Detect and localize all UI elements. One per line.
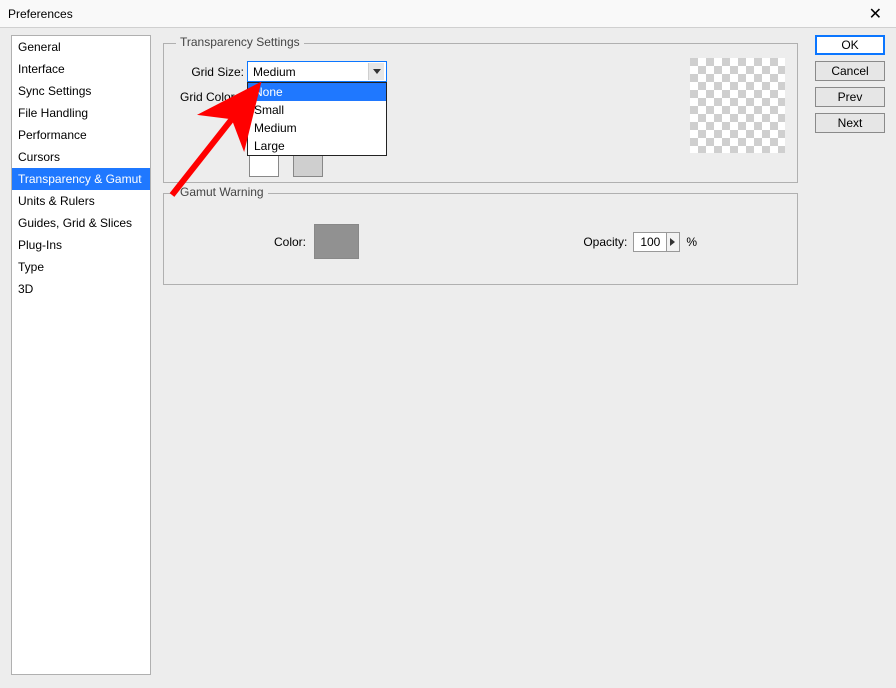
grid-size-dropdown-list: None Small Medium Large xyxy=(247,82,387,156)
option-label: Small xyxy=(254,103,284,117)
ok-button[interactable]: OK xyxy=(815,35,885,55)
transparency-settings-group: Transparency Settings Grid Size: Medium … xyxy=(163,43,798,183)
opacity-flyout-button[interactable] xyxy=(666,232,680,252)
sidebar-item-label: Transparency & Gamut xyxy=(18,172,142,186)
sidebar-item-plug-ins[interactable]: Plug-Ins xyxy=(12,234,150,256)
sidebar-item-label: Units & Rulers xyxy=(18,194,95,208)
sidebar-item-3d[interactable]: 3D xyxy=(12,278,150,300)
sidebar-item-units-rulers[interactable]: Units & Rulers xyxy=(12,190,150,212)
sidebar-item-label: Guides, Grid & Slices xyxy=(18,216,132,230)
close-icon[interactable]: ✕ xyxy=(863,2,888,26)
sidebar-item-label: Performance xyxy=(18,128,87,142)
gamut-legend: Gamut Warning xyxy=(176,185,268,199)
dropdown-option-small[interactable]: Small xyxy=(248,101,386,119)
dialog-buttons: OK Cancel Prev Next xyxy=(815,35,885,139)
sidebar-item-sync-settings[interactable]: Sync Settings xyxy=(12,80,150,102)
button-label: Prev xyxy=(838,90,863,104)
opacity-label: Opacity: xyxy=(583,235,627,249)
sidebar-item-general[interactable]: General xyxy=(12,36,150,58)
dropdown-option-medium[interactable]: Medium xyxy=(248,119,386,137)
opacity-value: 100 xyxy=(640,235,660,249)
sidebar-item-interface[interactable]: Interface xyxy=(12,58,150,80)
prev-button[interactable]: Prev xyxy=(815,87,885,107)
transparency-preview xyxy=(690,58,785,153)
cancel-button[interactable]: Cancel xyxy=(815,61,885,81)
gamut-color-label: Color: xyxy=(164,235,306,249)
option-label: Medium xyxy=(254,121,297,135)
gamut-warning-group: Gamut Warning Color: Opacity: 100 % xyxy=(163,193,798,285)
button-label: OK xyxy=(841,38,858,52)
opacity-unit: % xyxy=(686,235,697,249)
dropdown-option-large[interactable]: Large xyxy=(248,137,386,155)
sidebar-item-guides-grid-slices[interactable]: Guides, Grid & Slices xyxy=(12,212,150,234)
grid-colors-label: Grid Colors: xyxy=(174,90,244,104)
opacity-input[interactable]: 100 xyxy=(633,232,667,252)
grid-size-dropdown[interactable]: Medium xyxy=(247,61,387,82)
sidebar-item-label: File Handling xyxy=(18,106,88,120)
button-label: Cancel xyxy=(831,64,868,78)
sidebar-item-label: Interface xyxy=(18,62,65,76)
sidebar-item-performance[interactable]: Performance xyxy=(12,124,150,146)
sidebar-item-file-handling[interactable]: File Handling xyxy=(12,102,150,124)
option-label: Large xyxy=(254,139,285,153)
sidebar-item-label: Plug-Ins xyxy=(18,238,62,252)
dropdown-option-none[interactable]: None xyxy=(248,83,386,101)
grid-size-value: Medium xyxy=(253,65,296,79)
transparency-legend: Transparency Settings xyxy=(176,35,304,49)
sidebar-item-label: General xyxy=(18,40,61,54)
sidebar-item-label: Sync Settings xyxy=(18,84,91,98)
grid-size-label: Grid Size: xyxy=(182,65,244,79)
sidebar-item-label: Cursors xyxy=(18,150,60,164)
window-title: Preferences xyxy=(8,7,73,21)
sidebar-item-label: Type xyxy=(18,260,44,274)
gamut-color-swatch[interactable] xyxy=(314,224,359,259)
option-label: None xyxy=(254,85,283,99)
titlebar: Preferences ✕ xyxy=(0,0,896,28)
button-label: Next xyxy=(838,116,863,130)
category-sidebar: General Interface Sync Settings File Han… xyxy=(11,35,151,675)
next-button[interactable]: Next xyxy=(815,113,885,133)
chevron-down-icon xyxy=(368,63,384,80)
sidebar-item-type[interactable]: Type xyxy=(12,256,150,278)
sidebar-item-transparency-gamut[interactable]: Transparency & Gamut xyxy=(12,168,150,190)
sidebar-item-cursors[interactable]: Cursors xyxy=(12,146,150,168)
sidebar-item-label: 3D xyxy=(18,282,33,296)
